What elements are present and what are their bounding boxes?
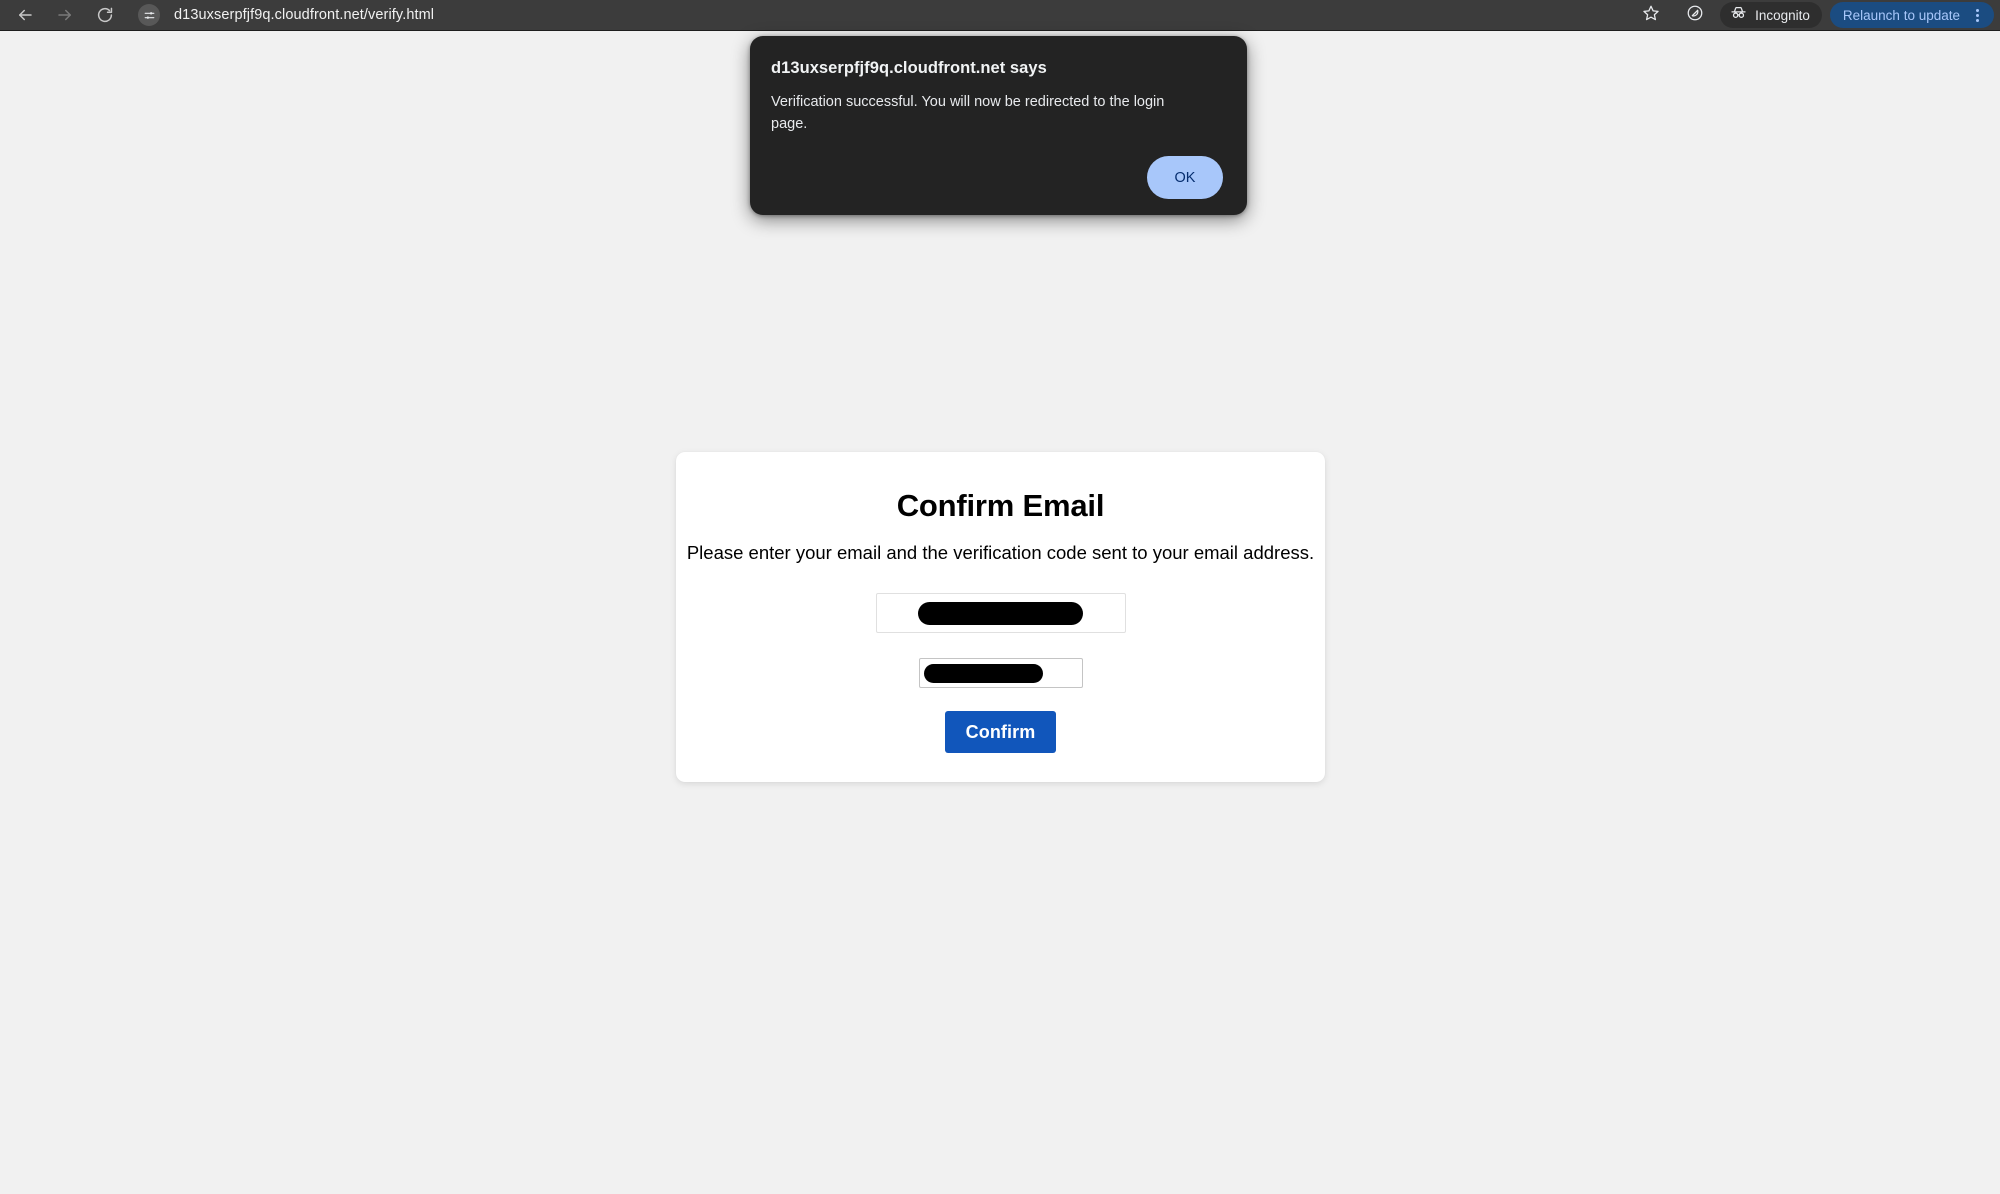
- email-field-row: [676, 564, 1325, 633]
- arrow-back-icon: [16, 6, 34, 24]
- confirm-email-card: Confirm Email Please enter your email an…: [676, 452, 1325, 782]
- dialog-title: d13uxserpfjf9q.cloudfront.net says: [771, 59, 1047, 77]
- address-bar[interactable]: d13uxserpfjf9q.cloudfront.net/verify.htm…: [138, 2, 1636, 28]
- address-bar-url[interactable]: d13uxserpfjf9q.cloudfront.net/verify.htm…: [174, 7, 434, 23]
- relaunch-label: Relaunch to update: [1842, 7, 1960, 23]
- forward-button[interactable]: [50, 0, 80, 30]
- dialog-ok-button[interactable]: OK: [1147, 156, 1223, 199]
- star-outline-icon: [1642, 4, 1660, 27]
- email-field[interactable]: [875, 593, 1126, 633]
- reload-button[interactable]: [90, 0, 120, 30]
- incognito-spy-icon: [1729, 3, 1748, 27]
- dialog-message: Verification successful. You will now be…: [771, 94, 1165, 132]
- performance-button[interactable]: [1680, 0, 1710, 30]
- javascript-alert-dialog: d13uxserpfjf9q.cloudfront.net says Verif…: [750, 36, 1247, 215]
- code-redaction-bar: [923, 663, 1043, 683]
- browser-toolbar: d13uxserpfjf9q.cloudfront.net/verify.htm…: [0, 0, 2000, 31]
- code-field-row: [676, 633, 1325, 688]
- kebab-dot: [1975, 18, 1979, 22]
- instruction-text: Please enter your email and the verifica…: [686, 542, 1315, 563]
- leaf-performance-icon: [1686, 4, 1704, 27]
- incognito-label: Incognito: [1755, 7, 1810, 23]
- incognito-indicator[interactable]: Incognito: [1720, 2, 1822, 28]
- arrow-forward-icon: [56, 6, 74, 24]
- verification-code-field[interactable]: [918, 658, 1083, 688]
- kebab-menu-icon[interactable]: [1966, 4, 1988, 26]
- email-redaction-bar: [918, 601, 1083, 625]
- tune-sliders-icon[interactable]: [138, 4, 160, 26]
- bookmark-button[interactable]: [1636, 0, 1666, 30]
- kebab-dot: [1975, 8, 1979, 12]
- kebab-dot: [1975, 13, 1979, 17]
- dialog-actions: OK: [771, 156, 1223, 199]
- reload-icon: [96, 6, 114, 24]
- back-button[interactable]: [10, 0, 40, 30]
- relaunch-to-update-button[interactable]: Relaunch to update: [1829, 2, 1994, 28]
- toolbar-actions: Incognito Relaunch to update: [1636, 0, 2000, 31]
- page-title: Confirm Email: [896, 488, 1105, 523]
- confirm-button[interactable]: Confirm: [945, 711, 1056, 753]
